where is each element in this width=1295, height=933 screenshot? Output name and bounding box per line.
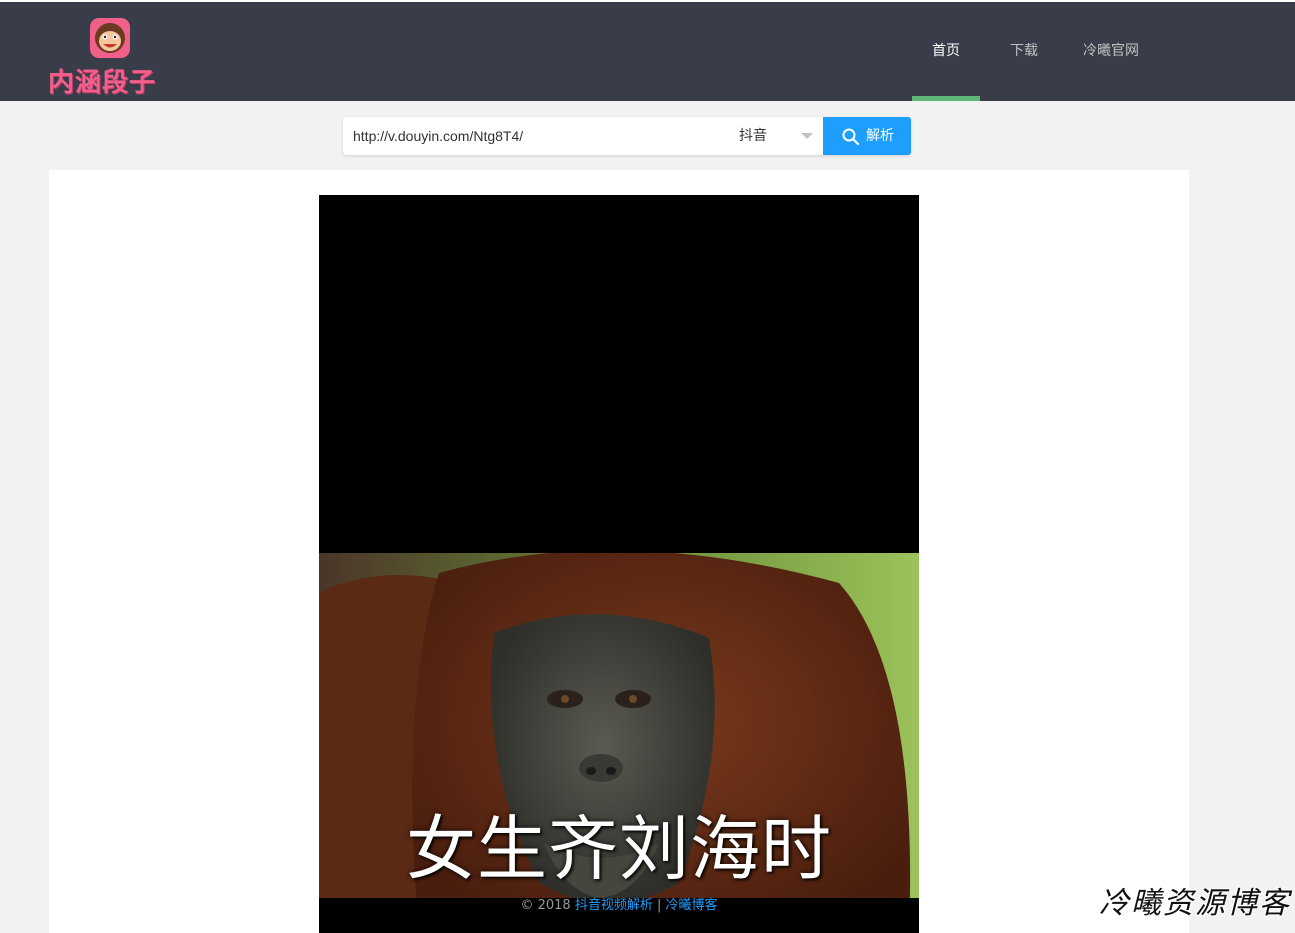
search-bar: 抖音 解析 bbox=[343, 117, 911, 155]
watermark: 冷曦资源博客 bbox=[1099, 886, 1291, 921]
nav-item-label: 冷曦官网 bbox=[1083, 43, 1139, 59]
platform-selected-label: 抖音 bbox=[739, 128, 767, 144]
monkey-face-icon bbox=[90, 18, 130, 58]
parse-button-label: 解析 bbox=[866, 128, 894, 144]
video-subtitle: 女生齐刘海时 bbox=[406, 808, 832, 890]
search-icon bbox=[842, 128, 859, 145]
nav-item-home[interactable]: 首页 bbox=[912, 2, 980, 101]
video-player[interactable]: 女生齐刘海时 bbox=[319, 195, 919, 933]
nav-item-label: 首页 bbox=[932, 43, 960, 59]
nav-item-official-site[interactable]: 冷曦官网 bbox=[1068, 2, 1154, 101]
footer: © 2018 抖音视频解析 | 冷曦博客 bbox=[0, 894, 1238, 913]
footer-separator: | bbox=[656, 898, 662, 913]
content-card: 女生齐刘海时 bbox=[49, 170, 1189, 933]
logo[interactable]: 内涵段子 bbox=[48, 18, 172, 98]
parse-button[interactable]: 解析 bbox=[823, 117, 911, 155]
brand-name: 内涵段子 bbox=[48, 68, 157, 98]
nav-item-label: 下载 bbox=[1010, 43, 1038, 59]
nav-item-download[interactable]: 下载 bbox=[990, 2, 1058, 101]
header: 内涵段子 首页 下载 冷曦官网 bbox=[0, 2, 1295, 101]
footer-link-douyin-parse[interactable]: 抖音视频解析 bbox=[575, 898, 653, 913]
active-indicator bbox=[912, 96, 980, 101]
copyright-text: © 2018 bbox=[520, 898, 571, 913]
platform-select[interactable]: 抖音 bbox=[733, 117, 823, 155]
footer-link-blog[interactable]: 冷曦博客 bbox=[666, 898, 718, 913]
chevron-down-icon bbox=[801, 133, 813, 139]
url-input[interactable] bbox=[343, 117, 723, 155]
